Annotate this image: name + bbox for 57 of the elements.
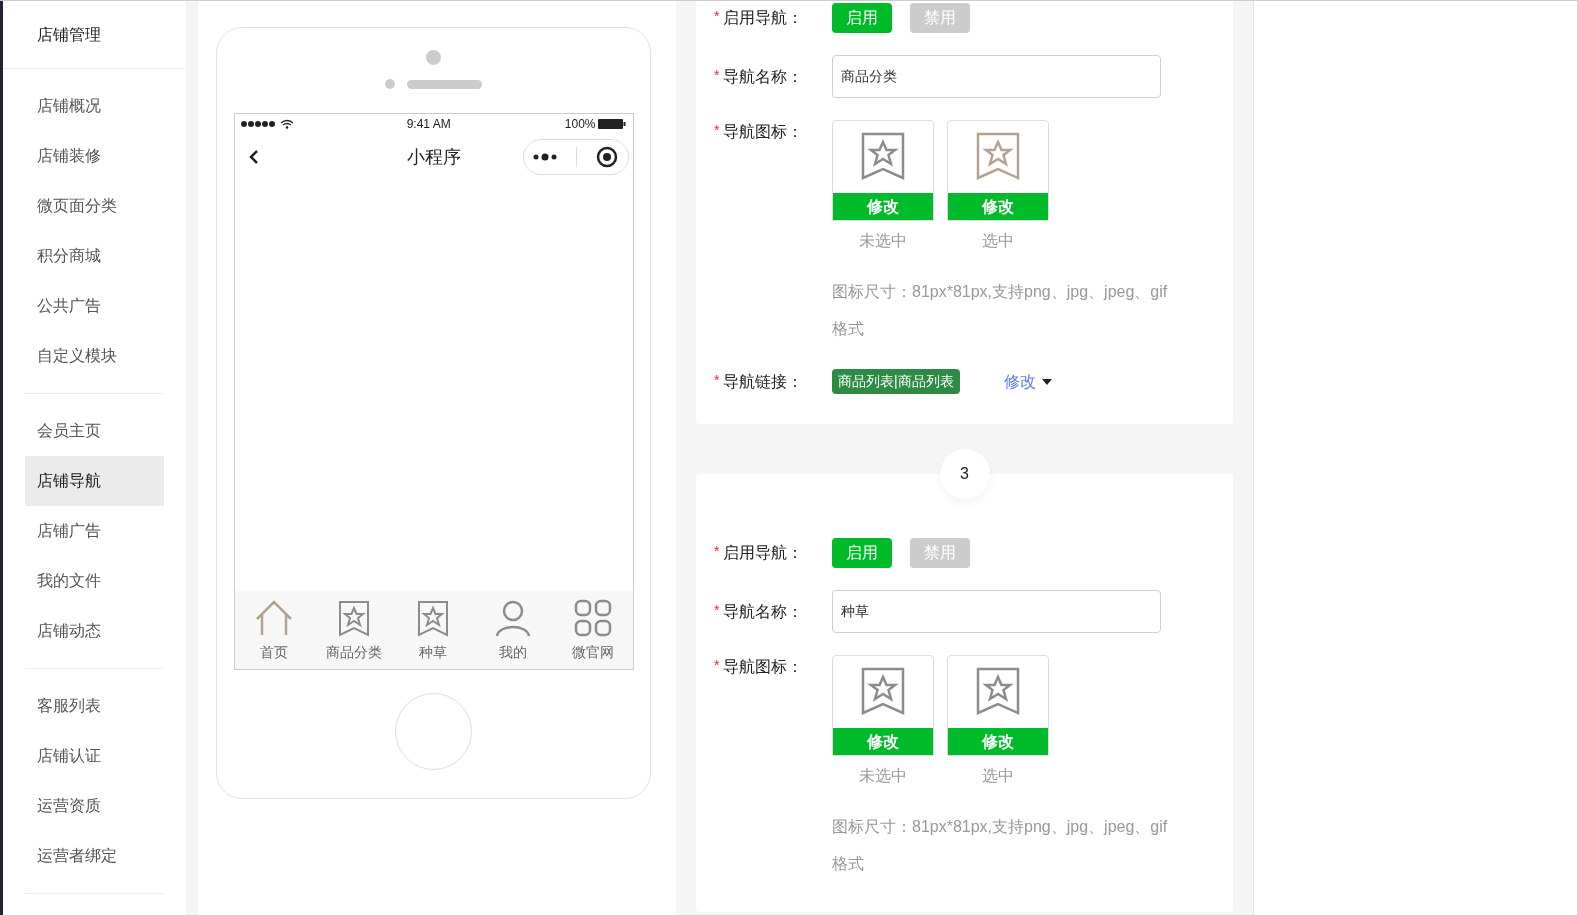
grid-icon: [572, 597, 613, 638]
sidebar-item[interactable]: 运营资质: [25, 781, 164, 831]
back-icon[interactable]: [248, 149, 259, 165]
close-target-icon[interactable]: [596, 146, 618, 168]
field-label: 启用导航：: [723, 8, 804, 28]
edit-link-dropdown[interactable]: 修改: [1003, 369, 1052, 394]
link-tag: 商品列表|商品列表: [832, 369, 960, 394]
tab-bar-item[interactable]: 种草: [395, 597, 472, 663]
status-time: 9:41 AM: [406, 116, 451, 133]
more-icon[interactable]: [533, 153, 557, 161]
required-asterisk: *: [714, 656, 720, 675]
tab-bar-item[interactable]: 我的: [475, 597, 552, 663]
sidebar-item[interactable]: 店铺概况: [25, 81, 164, 131]
signal-wifi-icon: [240, 119, 293, 129]
required-asterisk: *: [714, 65, 720, 85]
required-asterisk: *: [714, 542, 720, 561]
icon-caption: 未选中: [859, 231, 907, 251]
name-input[interactable]: 商品分类: [832, 55, 1161, 98]
icon-caption: 未选中: [859, 766, 907, 786]
sidebar-item[interactable]: 微页面分类: [25, 181, 164, 231]
phone-camera-icon: [426, 50, 441, 65]
field-label: 启用导航：: [723, 543, 804, 563]
sidebar-item[interactable]: 自定义模块: [25, 331, 164, 381]
sidebar-item[interactable]: 运营者绑定: [25, 831, 164, 881]
battery-percent: 100%: [564, 116, 596, 133]
required-asterisk: *: [714, 121, 720, 140]
name-input[interactable]: 种草: [832, 590, 1161, 633]
required-asterisk: *: [714, 600, 720, 620]
page-title: 小程序: [406, 145, 461, 169]
battery-icon: [598, 119, 627, 129]
required-asterisk: *: [714, 370, 720, 390]
section-number: 3: [939, 449, 990, 499]
field-label: 导航名称：: [723, 601, 804, 622]
tab-bar-item[interactable]: 微官网: [554, 597, 631, 663]
sidebar-item[interactable]: 店铺广告: [25, 506, 164, 556]
required-asterisk: *: [714, 7, 720, 26]
sidebar-item[interactable]: 店铺装修: [25, 131, 164, 181]
field-label: 导航图标：: [723, 122, 804, 142]
sidebar-item[interactable]: 店铺动态: [25, 606, 164, 656]
sidebar-item[interactable]: 店铺导航: [25, 456, 164, 506]
field-label: 导航链接：: [723, 371, 804, 392]
field-label: 导航名称：: [723, 66, 804, 87]
sidebar-item[interactable]: 公共广告: [25, 281, 164, 331]
icon-hint-text: 图标尺寸：81px*81px,支持png、jpg、jpeg、gif格式: [832, 817, 1169, 874]
sidebar-item[interactable]: 我的文件: [25, 556, 164, 606]
caret-icon: [1041, 378, 1052, 385]
icon-caption: 选中: [982, 231, 1014, 251]
sidebar-item[interactable]: 客服列表: [25, 681, 164, 731]
icon-caption: 选中: [982, 766, 1014, 786]
tab-bar-item[interactable]: 商品分类: [315, 597, 392, 663]
sidebar-item[interactable]: 会员主页: [25, 406, 164, 456]
sidebar-header: 店铺管理: [3, 1, 186, 69]
icon-hint-text: 图标尺寸：81px*81px,支持png、jpg、jpeg、gif格式: [832, 282, 1169, 339]
field-label: 导航图标：: [723, 657, 804, 677]
sidebar-item[interactable]: 积分商城: [25, 231, 164, 281]
sidebar-item[interactable]: 店铺认证: [25, 731, 164, 781]
tab-bar-item[interactable]: 首页: [236, 597, 313, 663]
